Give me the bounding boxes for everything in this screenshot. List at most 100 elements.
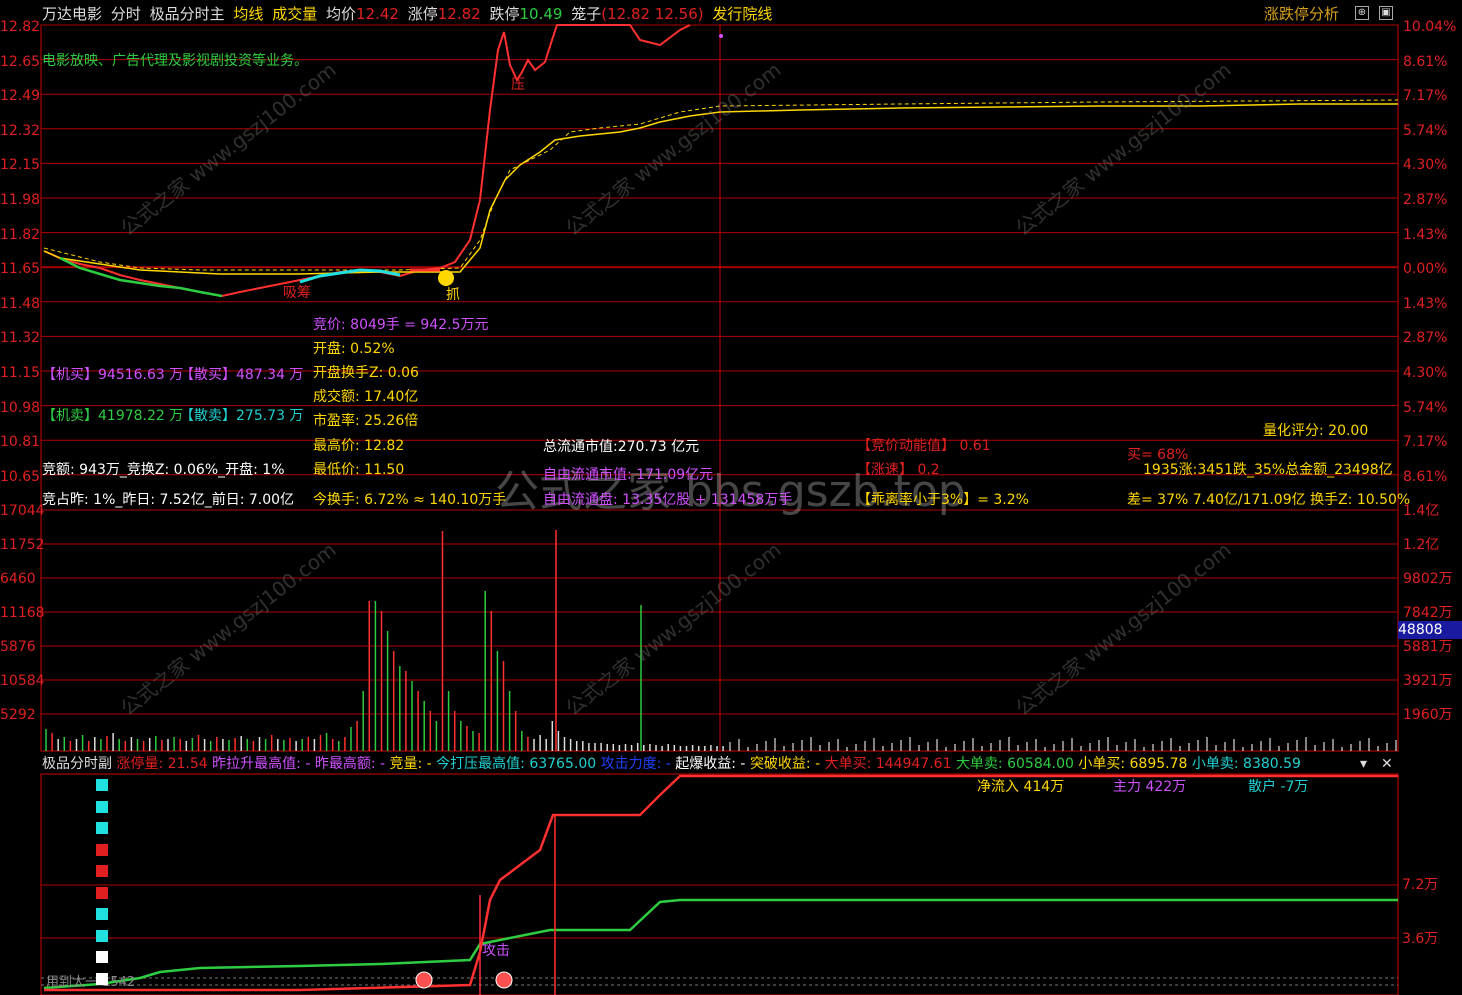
main-force: 主力 422万 (1113, 779, 1187, 795)
axis-label: 2.87% (1403, 330, 1448, 347)
limit-up-value: 12.82 (437, 5, 481, 23)
marker-suck: 吸筹 (283, 285, 311, 301)
turnover: 今换手: 6.72% ≈ 140.10万手 (313, 492, 507, 508)
marker-press: 压 (511, 77, 525, 93)
close-icon[interactable]: ✕ (1381, 755, 1393, 773)
axis-label: 7.17% (1403, 434, 1448, 451)
bid-vol: 竞量: - (389, 756, 432, 772)
axis-label: 11.48 (0, 295, 41, 312)
break-gain: 突破收益: - (749, 756, 821, 772)
volume-current-marker: 48808 (1398, 621, 1462, 639)
axis-label: 3921万 (1403, 673, 1453, 689)
volume-label: 成交量 (272, 5, 318, 23)
axis-label: 10584 (0, 673, 45, 689)
stock-name[interactable]: 万达电影 (42, 5, 102, 23)
axis-label: 1.2亿 (1403, 537, 1440, 553)
signal-square (96, 865, 108, 877)
limit-down-label: 跌停 (489, 5, 520, 23)
limit-down-value: 10.49 (519, 5, 563, 23)
retail-sell: 【散卖】275.73 万 (180, 408, 304, 424)
sub-title[interactable]: 极品分时副 (42, 756, 112, 772)
axis-label: 5.74% (1403, 122, 1448, 139)
market-breadth: 1935涨:3451跌_35%总金额_23498亿 (1143, 462, 1393, 478)
limit-analysis-link[interactable]: 涨跌停分析 (1264, 5, 1339, 23)
axis-label: 12.82 (0, 19, 41, 35)
signal-square (96, 779, 108, 791)
axis-label: 10.98 (0, 399, 41, 416)
big-sell: 大单卖: 60584.00 (955, 756, 1074, 772)
axis-label: 1.43% (1403, 295, 1448, 312)
axis-label: 10.65 (0, 468, 41, 485)
low-price: 最低价: 11.50 (313, 462, 405, 478)
cursor-dot (719, 34, 723, 38)
axis-label: 5881万 (1403, 639, 1453, 655)
axis-label: 6460 (0, 571, 36, 587)
net-inflow: 净流入 414万 (977, 779, 1065, 795)
axis-label: 11.82 (0, 226, 41, 243)
business-description: 电影放映、广告代理及影视剧投资等业务。 (42, 53, 308, 69)
signal-square (96, 929, 108, 942)
open-turnover: 开盘换手Z: 0.06 (313, 365, 419, 381)
sub-axis-72: 7.2万 (1402, 877, 1439, 893)
axis-label: 10.04% (1403, 19, 1457, 35)
limit-vol: 涨停量: 21.54 (116, 756, 208, 772)
cage-value: (12.82 12.56) (601, 5, 704, 23)
restore-icon[interactable]: ⊕ (1355, 6, 1369, 20)
free-cap: 自由流通市值: 171.09亿元 (543, 467, 714, 483)
signal-square (96, 886, 108, 899)
big-buy: 大单买: 144947.61 (824, 756, 952, 772)
sub-panel-header: 极品分时副 涨停量: 21.54 昨拉升最高值: - 昨最高额: - 竞量: -… (42, 755, 1301, 773)
high-price: 最高价: 12.82 (313, 438, 405, 454)
diff: 差= 37% 7.40亿/171.09亿 换手Z: 10.50% (1127, 492, 1411, 508)
axis-label: 11168 (0, 605, 45, 621)
avg-price-label: 均价 (325, 5, 356, 23)
axis-label: 5876 (0, 639, 36, 655)
bid-energy: 【竞价动能值】 0.61 (857, 438, 991, 454)
avg-price-value: 12.42 (356, 5, 399, 23)
axis-label: 8.61% (1403, 468, 1448, 485)
axis-label: 7842万 (1403, 605, 1453, 621)
axis-label: 12.15 (0, 157, 41, 174)
bid-amount: 竞额: 943万_竞换Z: 0.06%_开盘: 1% (42, 462, 285, 478)
sub-marker-ball (495, 971, 513, 989)
amount: 成交额: 17.40亿 (313, 389, 419, 405)
speed: 【涨速】 0.2 (857, 462, 940, 478)
inst-sell: 【机卖】41978.22 万 (42, 408, 184, 424)
marker-grab: 抓 (446, 287, 460, 303)
dropdown-icon[interactable]: ▾ (1360, 755, 1367, 773)
axis-label: 11.65 (0, 261, 41, 278)
signal-square (96, 800, 108, 813)
burst-gain: 起爆收益: - (675, 756, 746, 772)
axis-label: 12.49 (0, 88, 41, 105)
attack-power: 攻击力度: - (600, 756, 671, 772)
sub-line-red (44, 774, 1398, 992)
cage-label: 笼子 (571, 5, 602, 23)
axis-label: 8.61% (1403, 53, 1448, 70)
small-buy: 小单买: 6895.78 (1078, 756, 1188, 772)
maximize-icon[interactable]: ▣ (1379, 6, 1393, 20)
prev-max-amt: 昨最高额: - (314, 756, 386, 772)
indicator-name[interactable]: 极品分时主 (150, 5, 225, 23)
axis-label: 7.17% (1403, 88, 1448, 105)
axis-label: 9802万 (1403, 571, 1453, 587)
axis-label: 0.00% (1403, 261, 1448, 278)
signal-square (96, 972, 108, 985)
axis-label: 10.81 (0, 434, 41, 451)
axis-label: 4.30% (1403, 365, 1448, 381)
axis-label: 12.32 (0, 122, 41, 139)
pe-ratio: 市盈率: 25.26倍 (313, 413, 419, 429)
small-sell: 小单卖: 8380.59 (1191, 756, 1301, 772)
axis-label: 1.43% (1403, 226, 1448, 243)
header-bar: 万达电影 分时 极品分时主 均线 成交量 均价12.42 涨停12.82 跌停1… (42, 5, 776, 23)
inst-buy: 【机买】94516.63 万 (42, 367, 184, 383)
price-segment-green (59, 256, 223, 298)
sub-marker-ball (415, 971, 433, 989)
open-pct: 开盘: 0.52% (313, 341, 395, 357)
signal-square (96, 843, 108, 856)
bid-price: 竞价: 8049手 = 942.5万元 (313, 317, 489, 333)
suppress-max: 今打压最高值: 63765.00 (436, 756, 597, 772)
axis-label: 12.65 (0, 53, 41, 70)
price-segment-cyan (299, 268, 401, 284)
signal-square (96, 951, 108, 963)
mode-tab[interactable]: 分时 (111, 5, 141, 23)
